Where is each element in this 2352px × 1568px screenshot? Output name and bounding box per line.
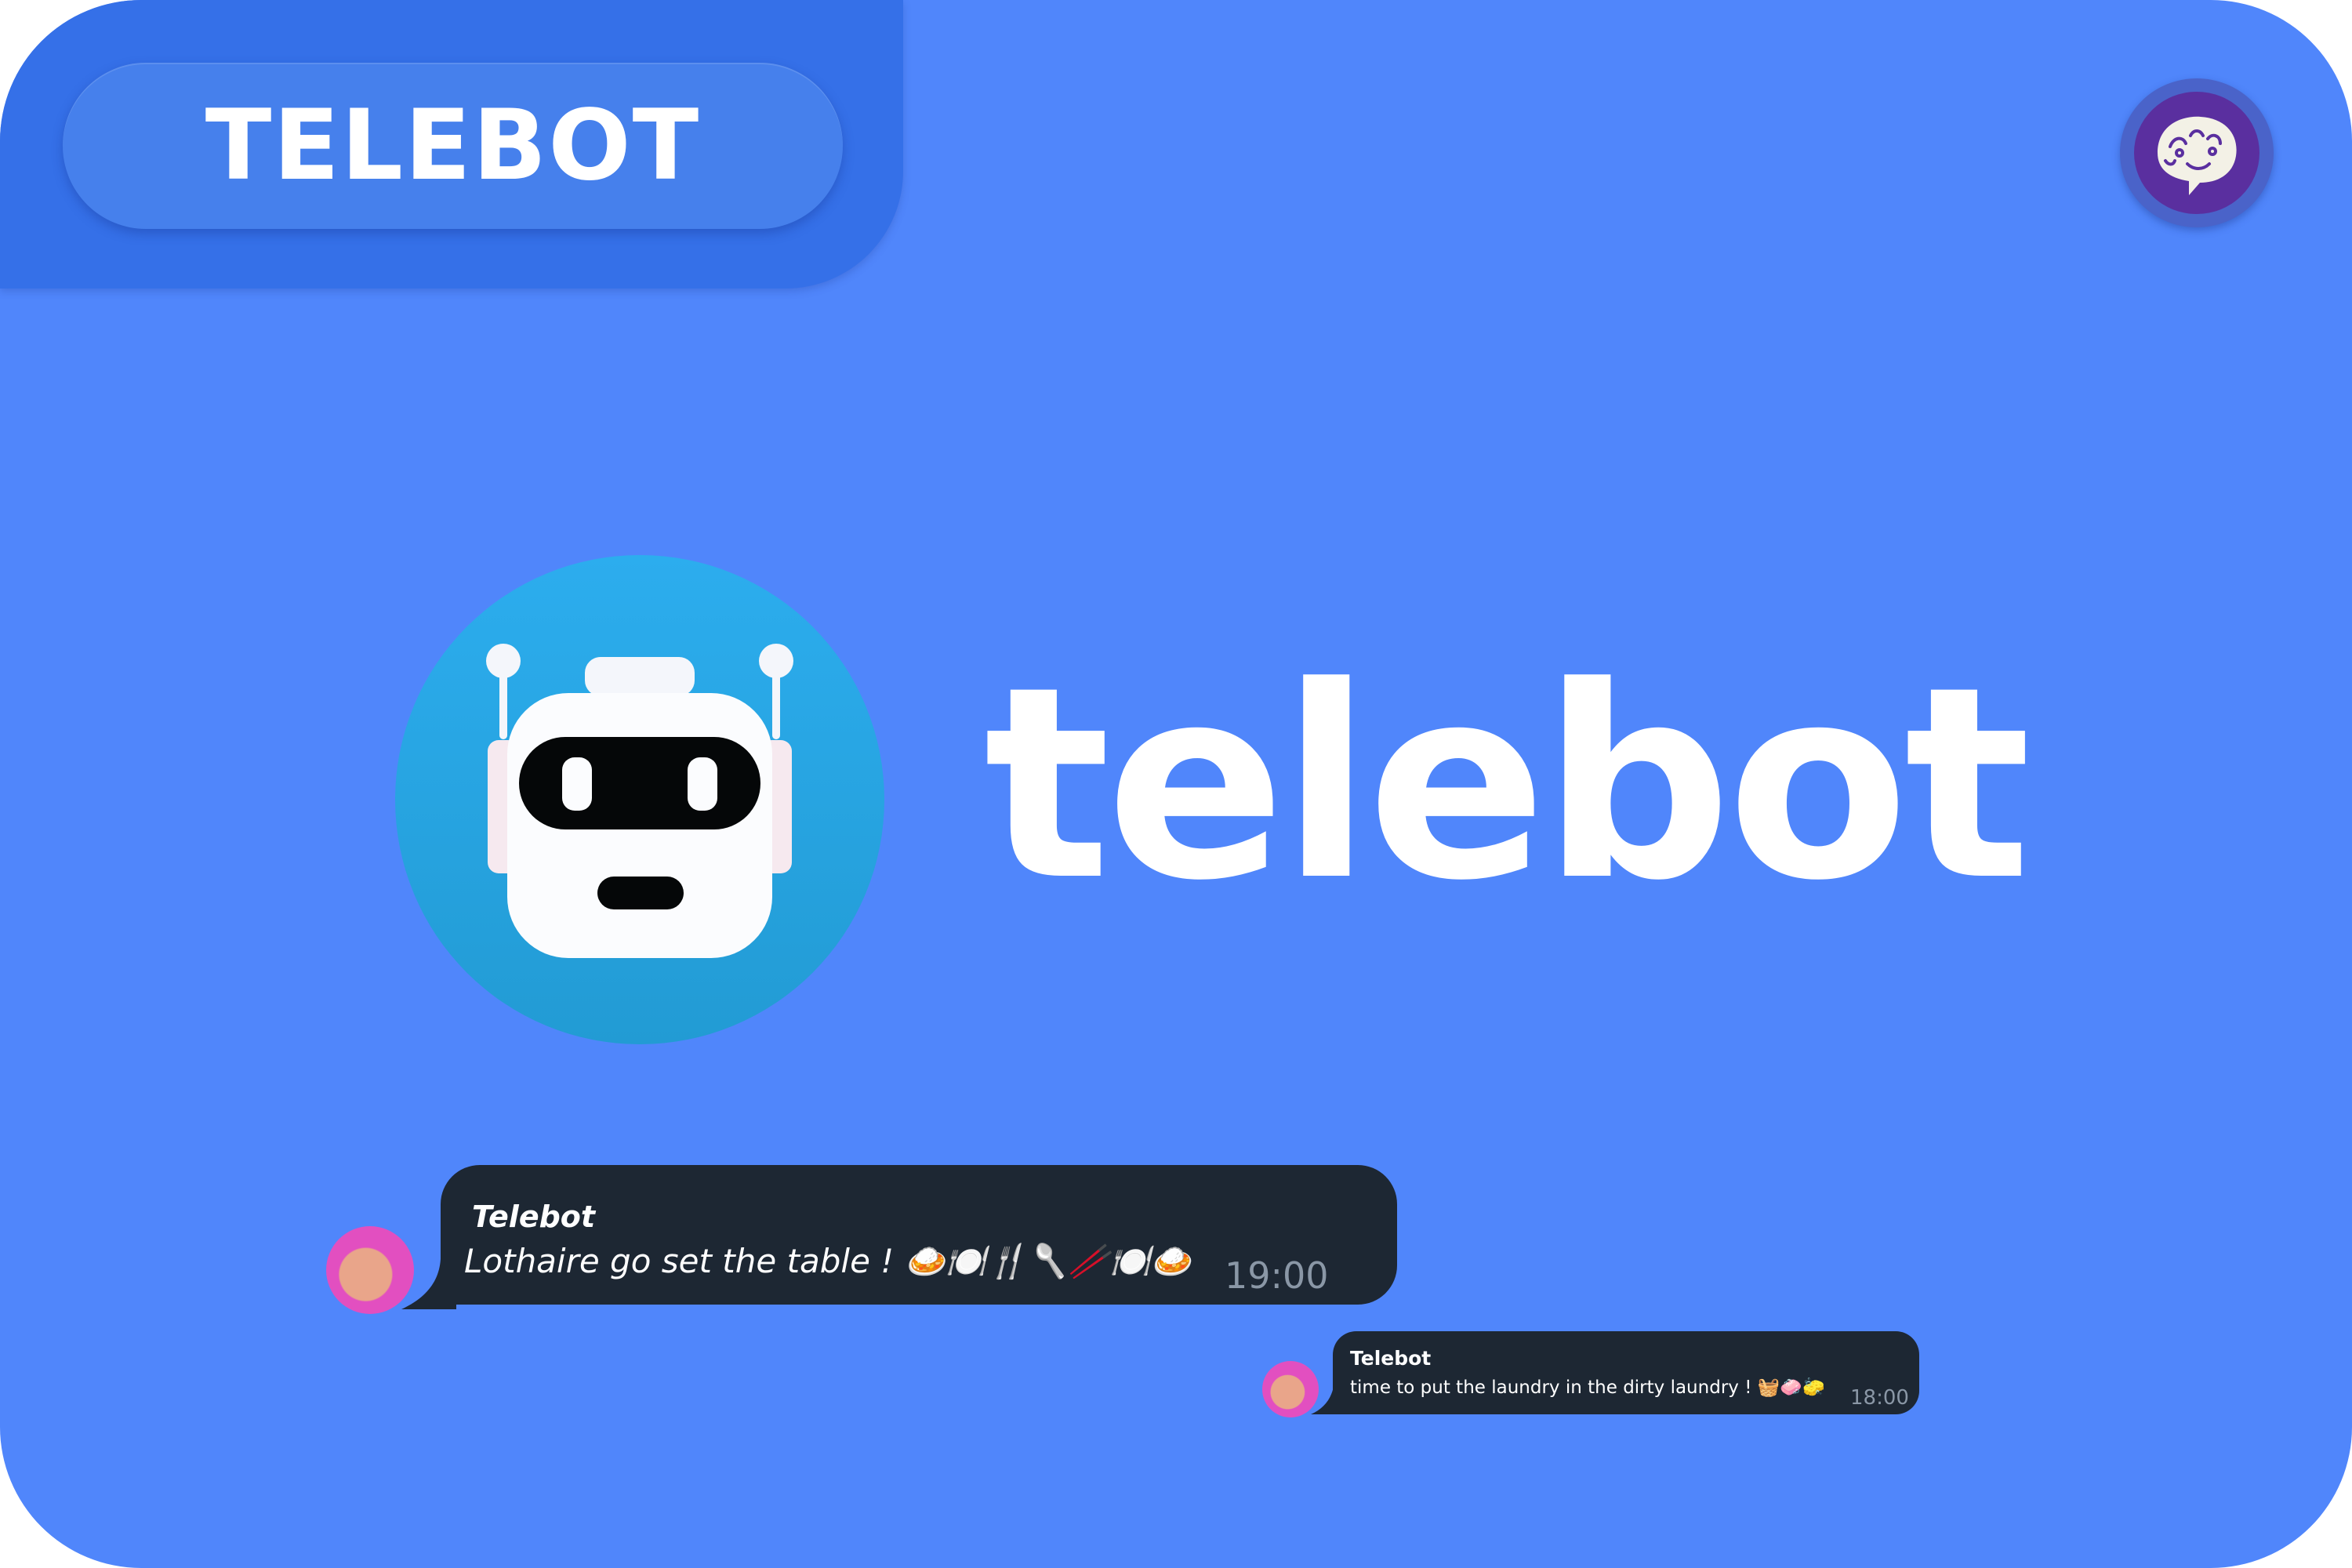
message-text: Lothaire go set the table ! 🍛🍽️🍴🥄🥢🍽️🍛 — [464, 1242, 1192, 1280]
robot-icon — [395, 555, 884, 1044]
message-sender: Telebot — [472, 1200, 596, 1234]
message-bubble[interactable]: Telebot time to put the laundry in the d… — [1333, 1331, 1919, 1414]
wordmark: telebot — [984, 630, 2031, 938]
doodle-face-icon — [2134, 92, 2259, 214]
tab-title: TELEBOT — [205, 89, 701, 202]
message-bubble[interactable]: Telebot Lothaire go set the table ! 🍛🍽️🍴… — [441, 1165, 1397, 1305]
chat-message: Telebot time to put the laundry in the d… — [1262, 1331, 1919, 1417]
profile-badge[interactable] — [2120, 78, 2274, 227]
message-sender: Telebot — [1350, 1347, 1432, 1370]
chat-message: Telebot Lothaire go set the table ! 🍛🍽️🍴… — [326, 1165, 1397, 1314]
message-time: 19:00 — [1225, 1254, 1329, 1297]
title-pill[interactable]: TELEBOT — [63, 63, 843, 229]
title-tab: TELEBOT — [0, 0, 903, 289]
banner-card: TELEBOT telebot Telebot Lothaire go set … — [0, 0, 2352, 1568]
message-text: time to put the laundry in the dirty lau… — [1350, 1377, 1825, 1398]
message-time: 18:00 — [1850, 1386, 1909, 1410]
